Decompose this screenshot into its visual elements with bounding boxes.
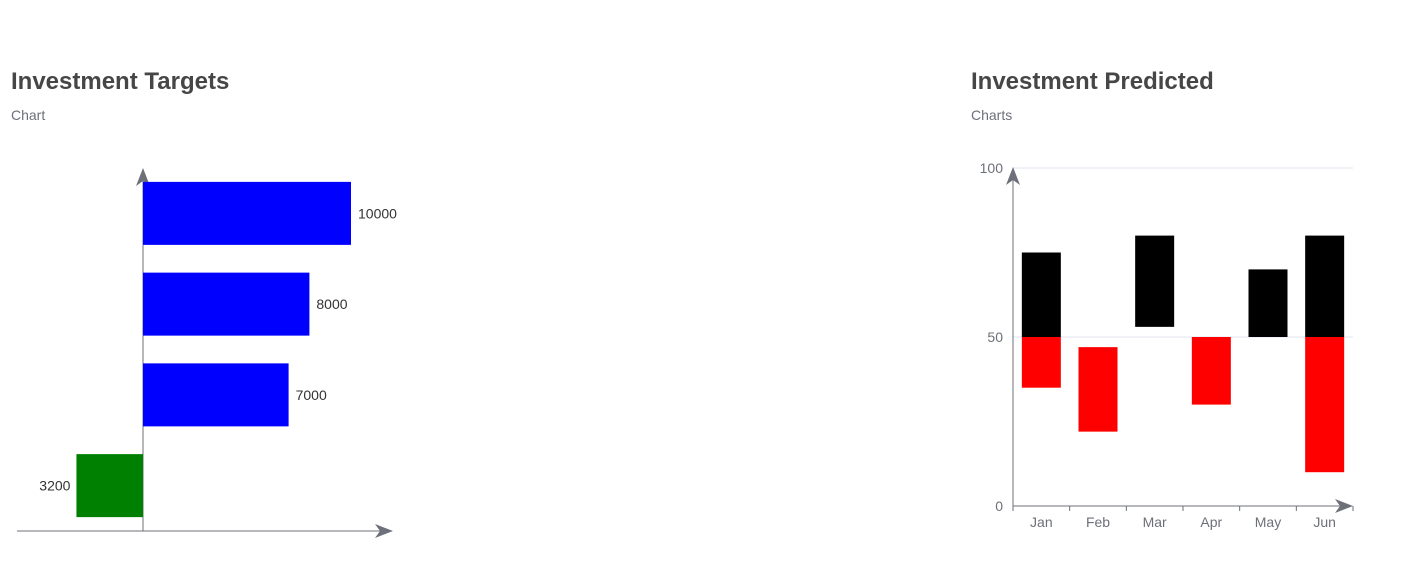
x-tick-label-3: Apr <box>1200 514 1222 530</box>
bar-label-1: 7000 <box>296 387 327 403</box>
bar-3 <box>1135 235 1175 327</box>
bar-5 <box>1248 269 1288 337</box>
x-tick-label-2: Mar <box>1143 514 1167 530</box>
bar-4 <box>1191 337 1231 405</box>
bar-label-3: 10000 <box>358 205 397 221</box>
x-tick-label-1: Feb <box>1086 514 1110 530</box>
bar-6 <box>1305 235 1345 337</box>
y-tick-label-0: 0 <box>995 498 1003 514</box>
investment-targets-chart: 3200 7000 8000 10000 <box>17 168 397 538</box>
x-tick-label-0: Jan <box>1030 514 1053 530</box>
y-tick-label-2: 100 <box>980 160 1004 176</box>
bar-1 <box>1021 337 1061 388</box>
bar-2 <box>143 272 310 336</box>
bar-1 <box>143 363 289 427</box>
bar-label-0: 3200 <box>39 478 70 494</box>
bar-3 <box>143 181 351 245</box>
bar-0 <box>76 454 143 518</box>
y-tick-label-1: 50 <box>987 329 1003 345</box>
bar-0 <box>1021 252 1061 337</box>
x-tick-label-4: May <box>1255 514 1281 530</box>
bar-label-2: 8000 <box>316 296 347 312</box>
x-tick-label-5: Jun <box>1313 514 1336 530</box>
bar-2 <box>1078 347 1118 432</box>
investment-predicted-chart: 0 50 100 Jan Feb Mar Apr May Jun <box>980 160 1354 530</box>
bar-7 <box>1305 337 1345 473</box>
